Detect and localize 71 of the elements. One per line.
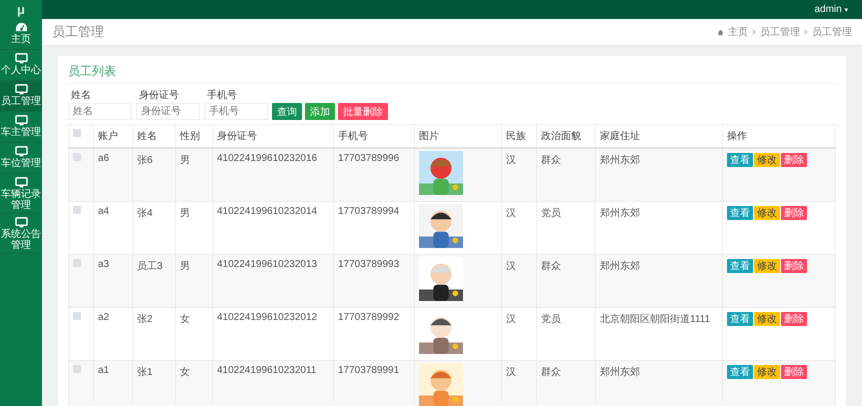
monitor-icon [14, 84, 28, 95]
checkbox[interactable] [73, 129, 81, 137]
chevron-icon [752, 29, 756, 35]
sidebar-item[interactable]: 员工管理 [0, 81, 42, 112]
input-field[interactable]: 姓名 [68, 103, 132, 120]
table-cell: 17703789996 [334, 148, 414, 202]
table-cell: 男 [176, 148, 212, 202]
field-label: 姓名 [70, 89, 92, 102]
table-cell: a6 [94, 148, 132, 202]
row-action-button[interactable]: 查看 [727, 365, 753, 379]
action-button[interactable]: 查询 [272, 103, 302, 120]
monitor-icon [14, 146, 28, 157]
row-action-button[interactable]: 删除 [781, 259, 807, 273]
checkbox[interactable] [73, 153, 81, 161]
dashboard-icon [14, 22, 28, 33]
table-cell: 汉 [502, 254, 536, 308]
breadcrumb-link[interactable]: 员工管理 [812, 25, 852, 39]
row-action-button[interactable]: 查看 [727, 312, 753, 326]
breadcrumb-link[interactable]: 员工管理 [760, 25, 800, 39]
table-cell: 群众 [536, 148, 596, 202]
table-cell: 张6 [132, 148, 176, 202]
table-cell: 郑州东郊 [596, 360, 722, 406]
table-cell: 17703789991 [334, 360, 414, 406]
row-action-button[interactable]: 删除 [781, 206, 807, 220]
checkbox[interactable] [73, 312, 81, 320]
table-cell: a3 [94, 254, 132, 308]
row-action-button[interactable]: 修改 [754, 312, 780, 326]
logo: μ [0, 0, 42, 19]
chevron-icon [804, 29, 808, 35]
row-action-button[interactable]: 修改 [754, 365, 780, 379]
row-action-button[interactable]: 查看 [727, 153, 753, 167]
table-cell: 张1 [132, 360, 176, 406]
input-field[interactable]: 手机号 [204, 103, 268, 120]
table-cell: 男 [176, 254, 212, 308]
action-button[interactable]: 批量删除 [338, 103, 388, 120]
monitor-icon [14, 177, 28, 188]
checkbox[interactable] [73, 259, 81, 267]
input-field[interactable]: 身份证号 [136, 103, 200, 120]
table-cell: a1 [94, 360, 132, 406]
row-action-button[interactable]: 删除 [781, 312, 807, 326]
table-cell: 410224199610232013 [212, 254, 334, 308]
row-action-button[interactable]: 删除 [781, 365, 807, 379]
table-cell: 410224199610232016 [212, 148, 334, 202]
card-title: 员工列表 [68, 63, 836, 84]
table-cell: 员工3 [132, 254, 176, 308]
table-cell: 郑州东郊 [596, 148, 722, 202]
table-cell: 女 [176, 360, 212, 406]
field-label: 手机号 [206, 88, 238, 102]
row-action-button[interactable]: 查看 [727, 206, 753, 220]
checkbox[interactable] [73, 365, 81, 373]
action-button[interactable]: 添加 [305, 103, 335, 120]
row-action-button[interactable]: 查看 [727, 259, 753, 273]
table-cell: 汉 [502, 360, 536, 406]
monitor-icon [14, 217, 28, 228]
table-cell: 郑州东郊 [596, 254, 722, 308]
table-cell: 汉 [502, 148, 536, 202]
table-cell: 群众 [536, 254, 596, 308]
row-action-button[interactable]: 修改 [754, 153, 780, 167]
row-action-button[interactable]: 修改 [754, 206, 780, 220]
table-cell: 17703789993 [334, 254, 414, 308]
row-action-button[interactable]: 修改 [754, 259, 780, 273]
monitor-icon [14, 53, 28, 64]
table-cell: 410224199610232011 [212, 360, 334, 406]
page-title: 员工管理 [52, 23, 105, 41]
table-cell: 群众 [536, 360, 596, 406]
breadcrumb-link[interactable]: 主页 [728, 25, 748, 39]
row-action-button[interactable]: 删除 [781, 153, 807, 167]
checkbox[interactable] [73, 206, 81, 214]
field-label: 身份证号 [138, 89, 180, 102]
monitor-icon [14, 115, 28, 126]
home-icon [717, 28, 724, 36]
